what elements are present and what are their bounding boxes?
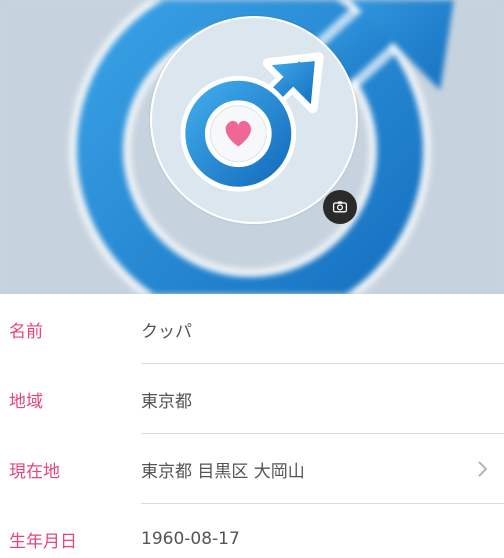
- camera-icon: [332, 201, 348, 213]
- change-photo-button[interactable]: [323, 190, 357, 224]
- profile-fields: 名前 クッパ 地域 東京都 現在地 東京都 目黒区 大岡山 生年月日 1960-…: [0, 294, 504, 558]
- profile-header: [0, 0, 504, 294]
- field-label: 名前: [9, 321, 43, 342]
- field-value: 東京都: [141, 391, 192, 412]
- field-label: 地域: [9, 391, 43, 412]
- profile-screen: 名前 クッパ 地域 東京都 現在地 東京都 目黒区 大岡山 生年月日 1960-…: [0, 0, 504, 558]
- chevron-right-icon: [478, 461, 488, 477]
- field-value: クッパ: [141, 321, 192, 342]
- field-label: 生年月日: [9, 531, 77, 552]
- field-row-current-location[interactable]: 現在地 東京都 目黒区 大岡山: [0, 434, 504, 504]
- avatar[interactable]: [150, 16, 358, 224]
- male-symbol-heart-icon: [180, 52, 324, 192]
- field-label: 現在地: [9, 461, 60, 482]
- field-value: 1960-08-17: [141, 529, 240, 549]
- field-row-name: 名前 クッパ: [0, 294, 504, 364]
- field-value: 東京都 目黒区 大岡山: [141, 461, 305, 482]
- field-row-birthday: 生年月日 1960-08-17: [0, 504, 504, 558]
- field-row-region: 地域 東京都: [0, 364, 504, 434]
